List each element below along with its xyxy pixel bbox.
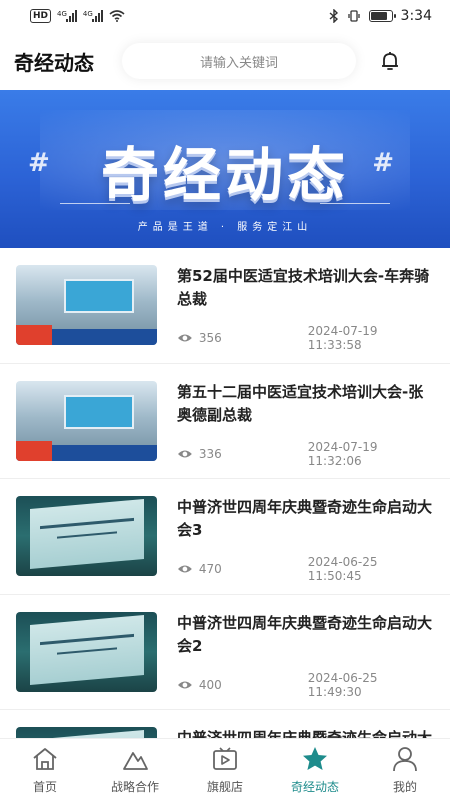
clock: 3:34 [400, 8, 432, 24]
news-body: 第五十二届中医适宜技术培训大会-张奥德副总裁 336 2024-07-19 11:3… [177, 381, 434, 479]
news-item[interactable]: 第52届中医适宜技术培训大会-车奔骑总裁 356 2024-07-19 11:33:… [0, 248, 450, 364]
bell-icon [382, 52, 398, 70]
search-input[interactable]: 请输入关键词 [122, 43, 356, 79]
thumb-screen [30, 730, 144, 738]
wifi-icon [109, 10, 125, 22]
news-title: 中普济世四周年庆典暨奇迹生命启动大会3 [177, 498, 433, 539]
banner-divider [60, 203, 130, 204]
news-item[interactable]: 第五十二届中医适宜技术培训大会-张奥德副总裁 336 2024-07-19 11:3… [0, 364, 450, 479]
publish-date: 2024-06-25 11:50:45 [307, 555, 378, 583]
battery-icon [368, 10, 396, 22]
star-icon [303, 747, 327, 770]
tab-label: 首页 [32, 780, 57, 794]
publish-date: 2024-07-19 11:33:58 [307, 324, 378, 352]
news-title: 中普济世四周年庆典暨奇迹生命启动大会1 [177, 729, 433, 738]
news-body: 中普济世四周年庆典暨奇迹生命启动大会3 470 2024-06-25 11:50:4… [177, 496, 434, 594]
video-icon [213, 747, 237, 770]
news-thumbnail [16, 496, 157, 576]
news-title: 中普济世四周年庆典暨奇迹生命启动大会2 [177, 613, 433, 655]
tab-user[interactable]: 我的 [360, 739, 450, 800]
vibrate-icon [347, 10, 360, 22]
banner-title: 奇经动态 [100, 141, 349, 209]
news-thumbnail [16, 265, 157, 345]
tab-label: 战略合作 [110, 780, 159, 794]
user-icon [393, 747, 417, 772]
eye-icon [177, 334, 192, 342]
banner-divider [320, 203, 390, 204]
eye-icon [177, 681, 192, 688]
news-body: 第52届中医适宜技术培训大会-车奔骑总裁 356 2024-07-19 11:33:… [177, 265, 434, 363]
news-thumbnail [16, 380, 157, 461]
thumb-stage [64, 394, 134, 429]
home-icon [33, 748, 57, 770]
view-count: 400 [198, 677, 222, 692]
tab-star[interactable]: 奇经动态 [270, 739, 360, 800]
hd-badge: HD [30, 9, 52, 23]
thumb-line [57, 531, 117, 539]
status-bar: HD 4G 4G 3:34 [0, 0, 450, 32]
signal-label: 4G [82, 10, 93, 18]
thumb-line [40, 633, 134, 645]
thumb-tag [16, 440, 52, 461]
mountain-icon [123, 752, 148, 770]
view-count: 336 [198, 446, 222, 461]
notification-button[interactable] [376, 47, 404, 75]
view-count: 470 [198, 562, 222, 576]
thumb-tag [16, 325, 52, 345]
tab-home[interactable]: 首页 [0, 739, 90, 800]
news-body: 中普济世四周年庆典暨奇迹生命启动大会1 [177, 727, 434, 738]
page-title: 奇经动态 [14, 50, 94, 75]
thumb-stage [64, 279, 134, 313]
tab-bar: 首页 战略合作 旗舰店 奇经动态 我的 [0, 738, 450, 800]
news-title: 第52届中医适宜技术培训大会-车奔骑总裁 [177, 267, 430, 308]
tab-label: 我的 [392, 780, 417, 794]
news-meta: 356 2024-07-19 11:33:58 [177, 324, 434, 352]
thumb-screen [30, 499, 144, 569]
news-item[interactable]: 中普济世四周年庆典暨奇迹生命启动大会1 [0, 710, 450, 738]
cellular-signal-icon: 4G [57, 10, 77, 22]
news-thumbnail [16, 611, 157, 692]
news-title: 第五十二届中医适宜技术培训大会-张奥德副总裁 [177, 382, 424, 424]
news-meta: 336 2024-07-19 11:32:06 [177, 440, 434, 468]
signal-label: 4G [57, 10, 67, 18]
tab-video[interactable]: 旗舰店 [180, 739, 270, 800]
thumb-screen [30, 614, 144, 685]
eye-icon [177, 450, 192, 457]
news-body: 中普济世四周年庆典暨奇迹生命启动大会2 400 2024-06-25 11:49:3… [177, 612, 434, 710]
cellular-signal-icon: 4G [83, 10, 103, 22]
bluetooth-icon [329, 9, 338, 23]
news-meta: 400 2024-06-25 11:49:30 [177, 671, 434, 699]
tab-label: 奇经动态 [290, 780, 339, 794]
thumb-line [40, 517, 134, 530]
search-placeholder: 请输入关键词 [199, 55, 278, 71]
publish-date: 2024-07-19 11:32:06 [307, 439, 378, 468]
thumb-line [57, 646, 117, 655]
publish-date: 2024-06-25 11:49:30 [307, 670, 378, 699]
tab-label: 旗舰店 [206, 780, 243, 794]
news-item[interactable]: 中普济世四周年庆典暨奇迹生命启动大会3 470 2024-06-25 11:50:4… [0, 479, 450, 595]
banner-tagline: 产品是王道 · 服务定江山 [137, 222, 313, 233]
news-meta: 470 2024-06-25 11:50:45 [177, 555, 434, 583]
news-item[interactable]: 中普济世四周年庆典暨奇迹生命启动大会2 400 2024-06-25 11:49:3… [0, 595, 450, 710]
eye-icon [177, 565, 192, 573]
banner[interactable]: # # 奇经动态 产品是王道 · 服务定江山 [0, 90, 450, 248]
tab-mountain[interactable]: 战略合作 [90, 739, 180, 800]
news-list: 第52届中医适宜技术培训大会-车奔骑总裁 356 2024-07-19 11:33:… [0, 248, 450, 738]
header: 奇经动态 请输入关键词 [0, 32, 450, 90]
news-thumbnail [16, 727, 157, 738]
view-count: 356 [198, 331, 222, 345]
